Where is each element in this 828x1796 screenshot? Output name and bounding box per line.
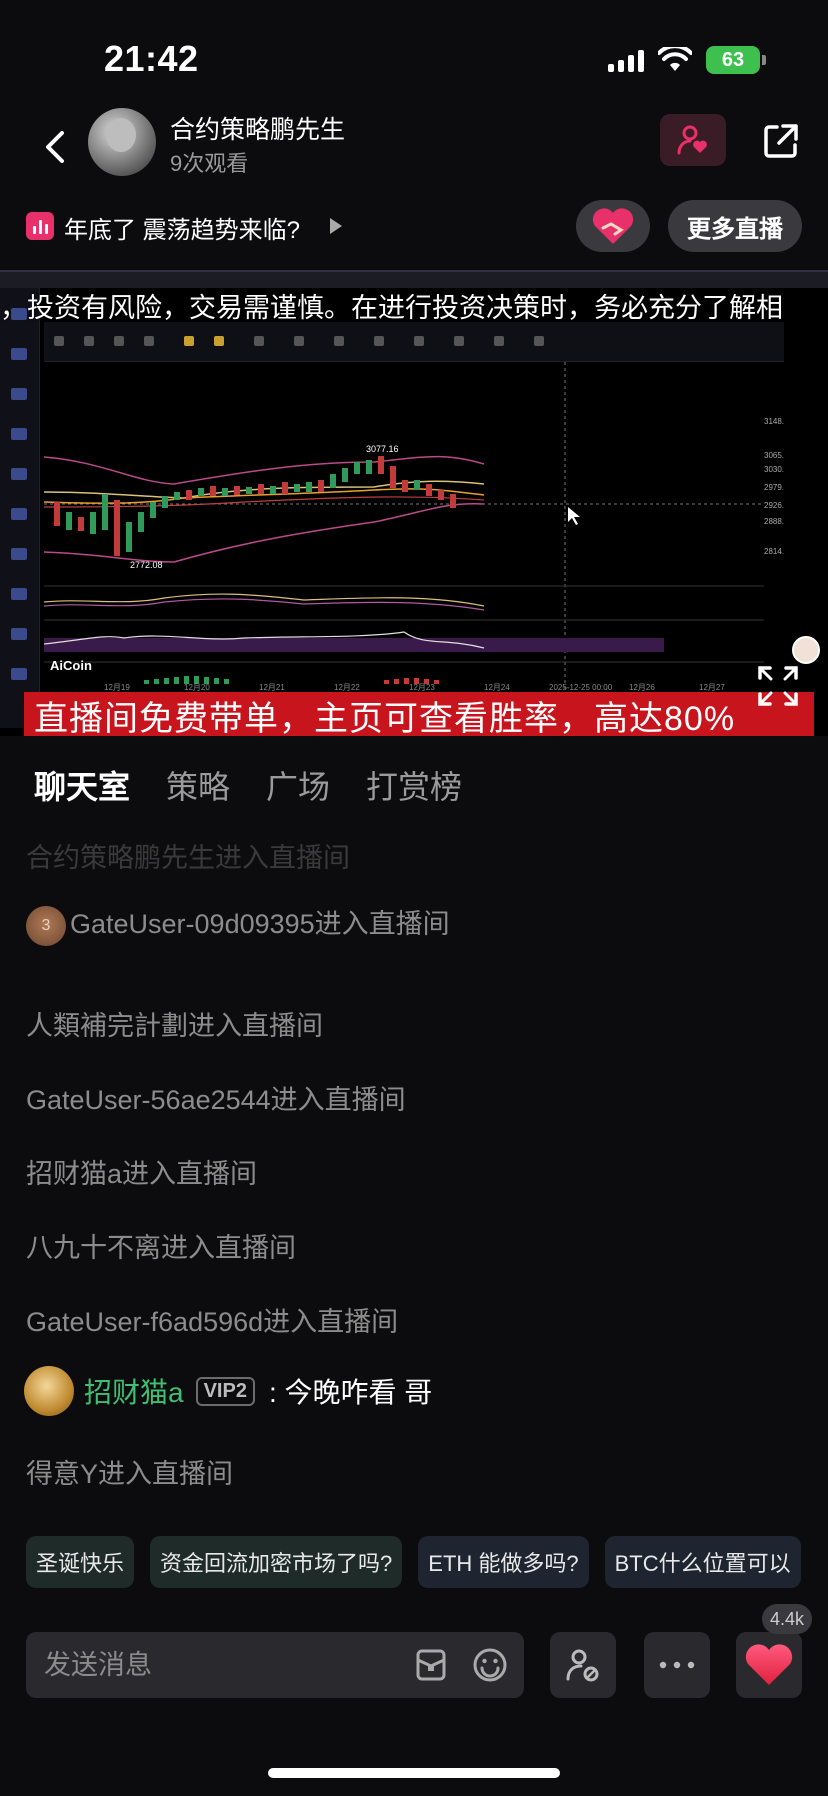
battery-level: 63 [721,48,745,71]
price-tick: 2888.48 [764,517,784,526]
aicoin-watermark: AiCoin [50,658,92,673]
host-name[interactable]: 合约策略鹏先生 [170,110,345,146]
live-header: 合约策略鹏先生 9次观看 [0,104,828,194]
quick-reply-chip[interactable]: BTC什么位置可以 [604,1536,801,1588]
view-count: 9次观看 [170,151,249,176]
avatar[interactable] [24,1366,74,1416]
price-tick: 2814.32 [764,547,784,556]
message-input[interactable] [44,1646,404,1684]
chat-message: 合约策略鹏先生进入直播间 [26,843,350,873]
live-video-player[interactable]: ，投资有风险，交易需谨慎。在进行投资决策时，务必充分了解相 3077.16 27… [0,270,828,736]
more-live-button[interactable]: 更多直播 [668,200,802,252]
content-tabs: 聊天室 策略 广场 打赏榜 [34,762,462,808]
live-topic-title[interactable]: 年底了 震荡趋势来临? [64,210,300,245]
tab-strategy[interactable]: 策略 [166,762,230,808]
chat-message: GateUser-56ae2544进入直播间 [26,1085,406,1115]
chat-message: 得意Y进入直播间 [26,1459,234,1489]
more-options-button[interactable] [644,1632,710,1698]
heart-gift-button[interactable] [576,200,650,252]
price-tick: 3065.88 [764,451,784,460]
chat-message-text: : 今晚咋看 哥 [268,1377,433,1408]
price-tick: 2926.78 [764,501,784,510]
handshake-heart-icon [592,208,634,244]
stream-chart-toolbar [44,322,784,362]
user-level-badge: 3 [26,905,66,946]
chat-message: 3 GateUser-09d09395进入直播间 [26,902,450,946]
heart-icon [745,1644,793,1685]
chat-message: 招财猫a进入直播间 [26,1159,258,1189]
play-triangle-icon[interactable] [330,218,342,234]
follow-button[interactable] [660,114,726,166]
date-label: 12月23 [409,683,435,692]
floating-assistant-avatar[interactable] [792,636,820,664]
user-settings-button[interactable] [550,1632,616,1698]
quick-reply-chip[interactable]: ETH 能做多吗? [418,1536,589,1588]
topic-row: 年底了 震荡趋势来临? 更多直播 [0,200,828,256]
quick-reply-chips: 圣诞快乐 资金回流加密市场了吗? ETH 能做多吗? BTC什么位置可以 [26,1536,801,1588]
person-gear-icon [566,1649,599,1682]
host-avatar[interactable] [88,108,156,176]
scrolling-risk-notice: ，投资有风险，交易需谨慎。在进行投资决策时，务必充分了解相 [0,293,783,323]
battery-indicator: 63 [706,46,766,74]
quick-reply-chip[interactable]: 圣诞快乐 [26,1536,135,1588]
chat-message: 人類補完計劃进入直播间 [26,1011,323,1041]
chat-message-text: GateUser-09d09395进入直播间 [70,909,450,939]
like-count-badge: 4.4k [762,1604,813,1634]
status-bar: 21:42 63 [0,0,828,100]
chat-message: GateUser-f6ad596d进入直播间 [26,1307,399,1337]
like-button[interactable] [736,1632,802,1698]
status-icons: 63 [608,46,766,74]
person-heart-icon [677,125,707,155]
tab-chatroom[interactable]: 聊天室 [34,762,130,808]
cellular-signal-icon [608,48,644,72]
stream-side-toolbar [0,288,40,728]
bar-chart-icon [26,212,54,240]
date-label: 2025-12-25 00:00 [549,683,613,692]
wifi-icon [658,47,692,71]
date-label: 12月21 [259,683,285,692]
price-tick: 2979.62 [764,483,784,492]
share-icon [764,124,798,158]
vip-chat-message: 招财猫a VIP2 : 今晚咋看 哥 [24,1366,432,1416]
promo-banner: 直播间免费带单，主页可查看胜率，高达80% [24,692,814,736]
price-tick: 3148.13 [764,417,784,426]
back-button[interactable] [30,122,80,172]
tab-plaza[interactable]: 广场 [266,762,330,808]
message-input-bar [26,1632,524,1698]
candlestick-chart-stream: 3077.16 2772.08 12月19 12月20 12月21 12月22 … [44,362,784,692]
share-button[interactable] [756,116,806,166]
date-label: 12月26 [629,683,655,692]
date-label: 12月20 [184,683,210,692]
more-dots-icon [659,1661,695,1669]
date-label: 12月27 [699,683,725,692]
tab-tip-ranking[interactable]: 打赏榜 [366,762,462,808]
date-label: 12月24 [484,683,510,692]
status-time: 21:42 [104,38,199,79]
date-label: 12月19 [104,683,130,692]
date-label: 12月22 [334,683,360,692]
home-indicator[interactable] [268,1768,560,1778]
price-tick: 3030.06 [764,465,784,474]
quick-reply-chip[interactable]: 资金回流加密市场了吗? [150,1536,403,1588]
vip-badge: VIP2 [195,1376,255,1406]
low-price-label: 2772.08 [130,560,163,570]
high-price-label: 3077.16 [366,444,399,454]
red-packet-icon[interactable] [414,1648,448,1682]
chat-messages[interactable]: 合约策略鹏先生进入直播间 3 GateUser-09d09395进入直播间 人類補… [0,840,828,1500]
fullscreen-button[interactable] [756,664,800,708]
emoji-icon[interactable] [472,1647,508,1683]
vip-username[interactable]: 招财猫a [84,1371,184,1411]
chevron-left-icon [46,131,64,163]
expand-icon [758,666,798,706]
chat-message: 八九十不离进入直播间 [26,1233,296,1263]
